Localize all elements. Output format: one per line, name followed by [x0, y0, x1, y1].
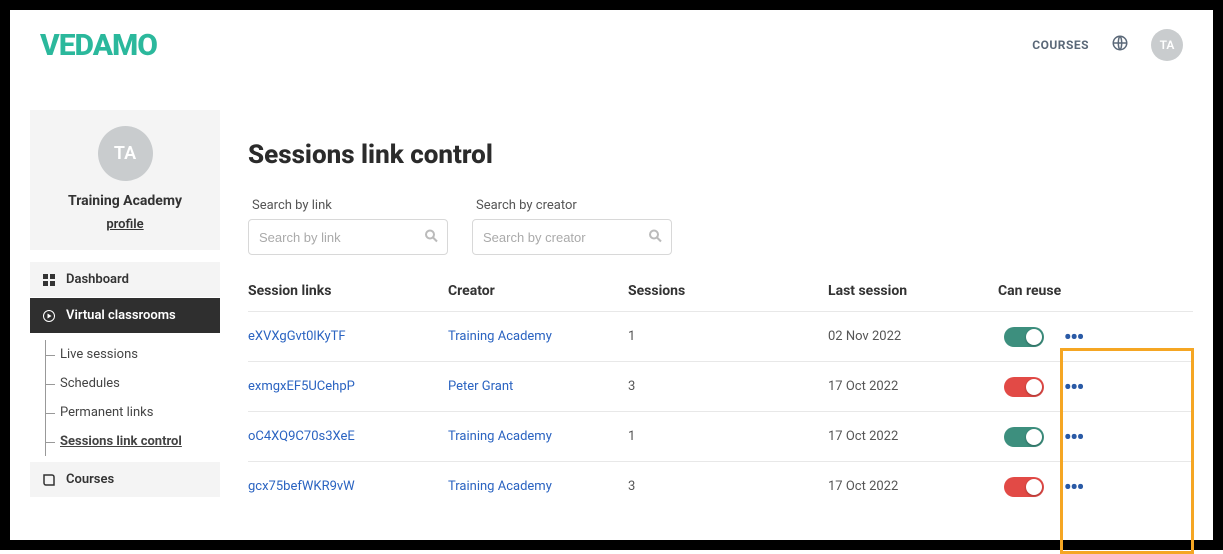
sessions-count: 1 — [628, 429, 828, 444]
sessions-count: 3 — [628, 379, 828, 394]
last-session-date: 17 Oct 2022 — [828, 379, 998, 394]
avatar[interactable]: TA — [1151, 29, 1183, 61]
more-actions-icon[interactable]: ••• — [1064, 477, 1083, 497]
subnav-schedules[interactable]: Schedules — [30, 369, 220, 398]
reuse-toggle[interactable] — [1004, 377, 1044, 397]
creator-link[interactable]: Peter Grant — [448, 379, 628, 394]
sidebar: TA Training Academy profile Dashboard Vi… — [30, 110, 220, 511]
search-link-input[interactable] — [248, 219, 448, 255]
main-content: Sessions link control Search by link Sea… — [248, 80, 1193, 511]
sessions-table: Session links Creator Sessions Last sess… — [248, 275, 1193, 511]
search-icon — [649, 228, 662, 247]
creator-link[interactable]: Training Academy — [448, 479, 628, 494]
subnav-live-sessions[interactable]: Live sessions — [30, 340, 220, 369]
sidebar-item-virtual-classrooms[interactable]: Virtual classrooms — [30, 298, 220, 334]
table-row: oC4XQ9C70s3XeE Training Academy 1 17 Oct… — [248, 411, 1193, 461]
subnav-permanent-links[interactable]: Permanent links — [30, 398, 220, 427]
sessions-count: 3 — [628, 479, 828, 494]
profile-link[interactable]: profile — [106, 217, 143, 232]
session-link[interactable]: gcx75befWKR9vW — [248, 479, 448, 494]
col-can-reuse: Can reuse — [998, 283, 1138, 299]
last-session-date: 02 Nov 2022 — [828, 329, 998, 344]
session-link[interactable]: eXVXgGvt0lKyTF — [248, 329, 448, 344]
session-link[interactable]: oC4XQ9C70s3XeE — [248, 429, 448, 444]
reuse-toggle[interactable] — [1004, 477, 1044, 497]
more-actions-icon[interactable]: ••• — [1064, 327, 1083, 347]
table-row: eXVXgGvt0lKyTF Training Academy 1 02 Nov… — [248, 311, 1193, 361]
last-session-date: 17 Oct 2022 — [828, 429, 998, 444]
sidebar-item-courses[interactable]: Courses — [30, 462, 220, 498]
col-last-session: Last session — [828, 283, 998, 299]
creator-link[interactable]: Training Academy — [448, 429, 628, 444]
session-link[interactable]: exmgxEF5UCehpP — [248, 379, 448, 394]
topbar: VEDAMO COURSES TA — [10, 10, 1213, 80]
profile-card: TA Training Academy profile — [30, 110, 220, 250]
book-icon — [42, 474, 56, 486]
sidebar-item-label: Virtual classrooms — [66, 308, 176, 323]
profile-name: Training Academy — [40, 193, 210, 209]
play-icon — [42, 310, 56, 322]
col-creator: Creator — [448, 283, 628, 299]
last-session-date: 17 Oct 2022 — [828, 479, 998, 494]
nav-courses-top[interactable]: COURSES — [1032, 38, 1089, 52]
table-row: exmgxEF5UCehpP Peter Grant 3 17 Oct 2022… — [248, 361, 1193, 411]
sidebar-item-dashboard[interactable]: Dashboard — [30, 262, 220, 298]
globe-icon[interactable] — [1111, 34, 1129, 56]
sessions-count: 1 — [628, 329, 828, 344]
more-actions-icon[interactable]: ••• — [1064, 427, 1083, 447]
dashboard-icon — [42, 274, 56, 286]
reuse-toggle[interactable] — [1004, 427, 1044, 447]
sidebar-item-label: Courses — [66, 472, 114, 487]
page-title: Sessions link control — [248, 140, 1193, 170]
creator-link[interactable]: Training Academy — [448, 329, 628, 344]
table-row: gcx75befWKR9vW Training Academy 3 17 Oct… — [248, 461, 1193, 511]
more-actions-icon[interactable]: ••• — [1064, 377, 1083, 397]
profile-avatar: TA — [98, 126, 153, 181]
subnav-sessions-link-control[interactable]: Sessions link control — [30, 427, 220, 456]
search-creator-label: Search by creator — [472, 198, 672, 213]
search-creator-input[interactable] — [472, 219, 672, 255]
col-sessions: Sessions — [628, 283, 828, 299]
sidebar-item-label: Dashboard — [66, 272, 129, 287]
brand-logo: VEDAMO — [40, 28, 157, 63]
col-session-links: Session links — [248, 283, 448, 299]
reuse-toggle[interactable] — [1004, 327, 1044, 347]
search-icon — [425, 228, 438, 247]
search-link-label: Search by link — [248, 198, 448, 213]
